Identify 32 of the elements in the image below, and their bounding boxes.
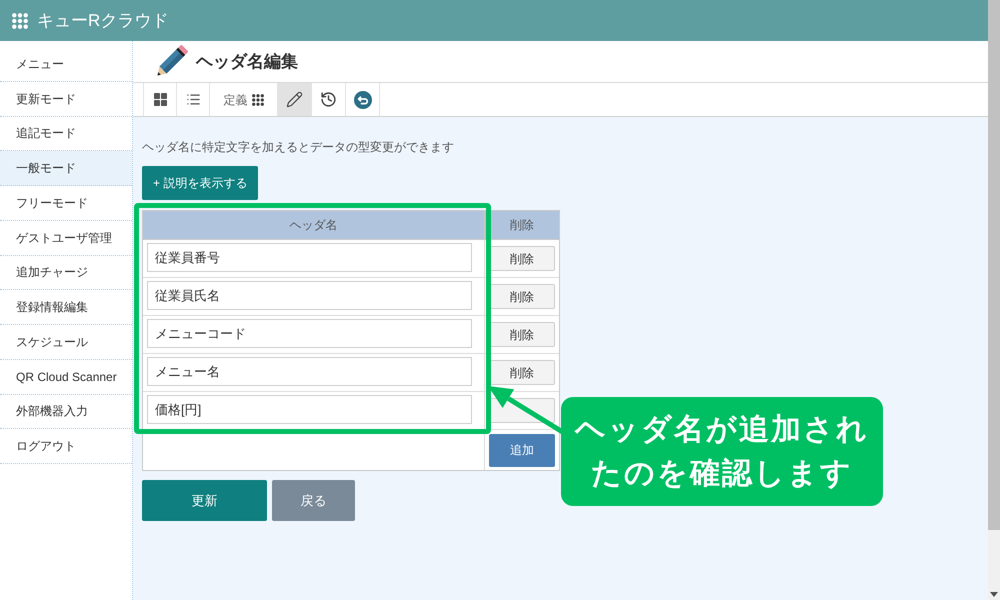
grid-icon — [154, 93, 166, 106]
callout: ヘッダ名が追加されたのを確認します — [561, 397, 883, 506]
sidebar-item[interactable]: 追加チャージ — [0, 256, 132, 290]
delete-button[interactable]: 削除 — [489, 360, 555, 385]
header-name-field[interactable]: 従業員番号 — [147, 243, 472, 272]
notice-text: ヘッダ名に特定文字を加えるとデータの型変更ができます — [142, 139, 454, 156]
delete-button[interactable]: 削除 — [489, 284, 555, 309]
edit-button[interactable] — [278, 83, 312, 116]
header-name-field[interactable]: メニューコード — [147, 319, 472, 348]
header-name-field[interactable]: 従業員氏名 — [147, 281, 472, 310]
dots-grid-icon — [252, 94, 264, 106]
app-title: キューRクラウド — [37, 12, 168, 29]
page-title: ヘッダ名編集 — [196, 50, 298, 73]
apps-grid-icon — [12, 12, 28, 28]
header-name-field[interactable]: メニュー名 — [147, 357, 472, 386]
delete-button[interactable]: 削除 — [489, 322, 555, 347]
scroll-down-arrow-icon[interactable] — [990, 592, 998, 597]
sidebar-item[interactable]: 一般モード — [0, 151, 132, 186]
delete-button[interactable]: 削除 — [489, 246, 555, 271]
sidebar-item[interactable]: 外部機器入力 — [0, 394, 132, 430]
grid-view-button[interactable] — [143, 83, 177, 116]
pencil-icon — [286, 91, 303, 108]
list-icon — [186, 92, 200, 107]
sidebar-item[interactable]: 追記モード — [0, 116, 132, 152]
column-header: 削除 — [484, 211, 559, 239]
back-button[interactable]: 戻る — [272, 480, 355, 521]
update-button[interactable]: 更新 — [142, 480, 267, 521]
column-header: ヘッダ名 — [288, 217, 338, 234]
history-icon — [320, 91, 337, 108]
show-help-button[interactable]: + 説明を表示する — [142, 166, 258, 200]
add-button[interactable]: 追加 — [489, 434, 555, 466]
header-name-field[interactable]: 価格[円] — [147, 395, 472, 424]
